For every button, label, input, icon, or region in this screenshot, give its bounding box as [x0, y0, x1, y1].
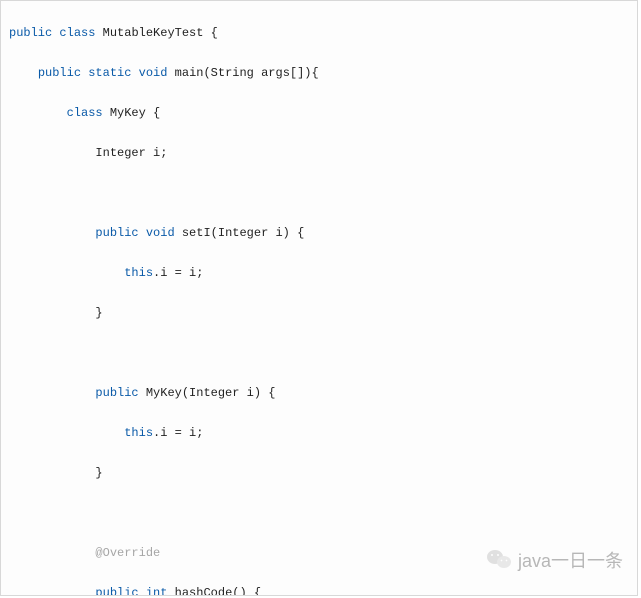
code-line: this.i = i; — [9, 423, 629, 443]
code-line: this.i = i; — [9, 263, 629, 283]
code-line: class MyKey { — [9, 103, 629, 123]
code-line: public static void main(String args[]){ — [9, 63, 629, 83]
code-line — [9, 183, 629, 203]
code-line: } — [9, 463, 629, 483]
code-line — [9, 343, 629, 363]
code-line: @Override — [9, 543, 629, 563]
code-snippet: public class MutableKeyTest { public sta… — [0, 0, 638, 596]
code-line: public class MutableKeyTest { — [9, 23, 629, 43]
code-line — [9, 503, 629, 523]
code-line: } — [9, 303, 629, 323]
code-line: public MyKey(Integer i) { — [9, 383, 629, 403]
code-line: Integer i; — [9, 143, 629, 163]
code-line: public void setI(Integer i) { — [9, 223, 629, 243]
code-line: public int hashCode() { — [9, 583, 629, 596]
